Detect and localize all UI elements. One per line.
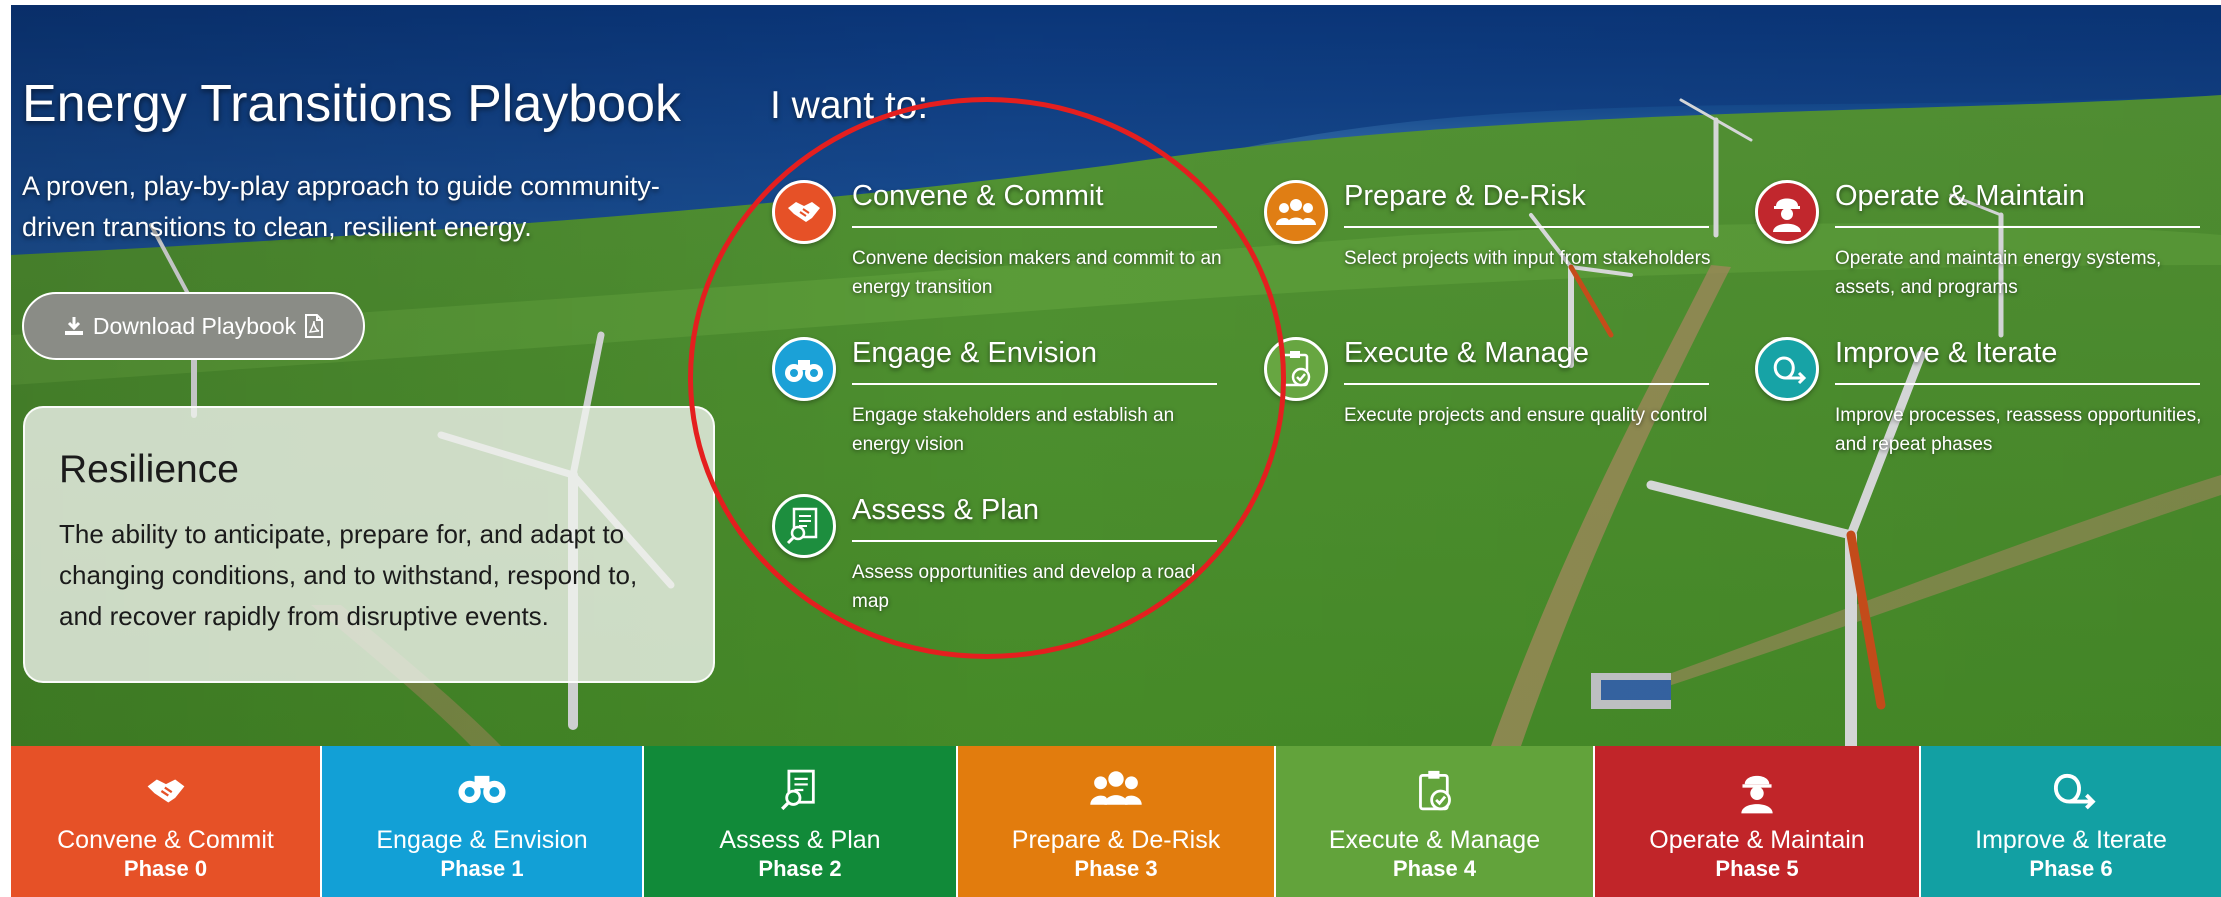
- definition-card: Resilience The ability to anticipate, pr…: [23, 406, 715, 683]
- people-group-icon: [1090, 771, 1142, 805]
- divider: [852, 226, 1217, 228]
- divider: [1835, 226, 2200, 228]
- loop-arrow-icon: [2053, 773, 2096, 810]
- phase-card-title: Convene & Commit: [852, 180, 1104, 212]
- divider: [1344, 226, 1709, 228]
- tab-phase-number: Phase 4: [1392, 856, 1477, 881]
- phase-card-description: Improve processes, reassess opportunitie…: [1835, 405, 2202, 455]
- page: Energy Transitions Playbook A proven, pl…: [0, 0, 2221, 897]
- hardhat-worker-icon: [1755, 180, 1819, 244]
- download-playbook-button[interactable]: Download Playbook: [22, 292, 365, 360]
- phase-card-title: Execute & Manage: [1344, 337, 1590, 369]
- phase-card-title: Improve & Iterate: [1835, 337, 2058, 369]
- pdf-icon: [305, 314, 324, 338]
- tab-label: Prepare & De-Risk: [1011, 826, 1221, 854]
- tab-label: Engage & Envision: [376, 826, 588, 854]
- phase-card-description: Assess opportunities and develop a road …: [852, 562, 1196, 612]
- download-playbook-label: Download Playbook: [92, 312, 297, 339]
- tab-phase-0[interactable]: Convene & Commit Phase 0: [11, 746, 322, 897]
- divider: [1344, 383, 1709, 385]
- divider: [852, 540, 1217, 542]
- page-tagline: A proven, play-by-play approach to guide…: [22, 171, 660, 242]
- divider: [1835, 383, 2200, 385]
- tab-phase-6[interactable]: Improve & Iterate Phase 6: [1921, 746, 2221, 897]
- phase-card-assess-plan[interactable]: Assess & Plan Assess opportunities and d…: [772, 494, 1222, 634]
- tab-phase-number: Phase 3: [1074, 856, 1158, 881]
- phase-card-operate-maintain[interactable]: Operate & Maintain Operate and maintain …: [1755, 180, 2205, 320]
- phase-card-description: Convene decision makers and commit to an…: [852, 248, 1222, 298]
- binoculars-icon: [772, 337, 836, 401]
- page-title: Energy Transitions Playbook: [22, 75, 682, 133]
- document-search-icon: [781, 769, 815, 811]
- tab-phase-number: Phase 5: [1715, 856, 1799, 881]
- phase-card-improve-iterate[interactable]: Improve & Iterate Improve processes, rea…: [1755, 337, 2205, 477]
- phase-card-convene-commit[interactable]: Convene & Commit Convene decision makers…: [772, 180, 1222, 320]
- loop-arrow-icon: [1755, 337, 1819, 401]
- tab-phase-number: Phase 2: [758, 856, 842, 881]
- phase-card-title: Prepare & De-Risk: [1344, 180, 1586, 212]
- tab-phase-5[interactable]: Operate & Maintain Phase 5: [1595, 746, 1921, 897]
- download-icon: [64, 317, 83, 335]
- phase-card-description: Operate and maintain energy systems, ass…: [1835, 248, 2162, 298]
- tab-phase-number: Phase 6: [2029, 856, 2113, 881]
- tab-label: Assess & Plan: [719, 826, 881, 854]
- tab-label: Operate & Maintain: [1649, 826, 1865, 854]
- tab-phase-3[interactable]: Prepare & De-Risk Phase 3: [958, 746, 1276, 897]
- phase-card-description: Engage stakeholders and establish an ene…: [852, 405, 1175, 455]
- tab-label: Convene & Commit: [57, 826, 274, 854]
- phase-card-description: Execute projects and ensure quality cont…: [1344, 405, 1708, 426]
- tab-label: Execute & Manage: [1328, 826, 1541, 854]
- tab-phase-1[interactable]: Engage & Envision Phase 1: [322, 746, 644, 897]
- handshake-icon: [772, 180, 836, 244]
- tab-phase-4[interactable]: Execute & Manage Phase 4: [1276, 746, 1595, 897]
- people-group-icon: [1264, 180, 1328, 244]
- clipboard-check-icon: [1418, 770, 1451, 811]
- clipboard-check-icon: [1264, 337, 1328, 401]
- handshake-icon: [147, 779, 184, 803]
- binoculars-icon: [458, 775, 506, 804]
- definition-term: Resilience: [59, 448, 239, 491]
- tab-phase-2[interactable]: Assess & Plan Phase 2: [644, 746, 958, 897]
- divider: [852, 383, 1217, 385]
- tab-phase-number: Phase 1: [440, 856, 524, 881]
- tab-label: Improve & Iterate: [1975, 826, 2167, 854]
- phase-navigation-bar: Convene & Commit Phase 0 Engage & Envisi…: [11, 746, 2221, 897]
- phase-card-prepare-derisk[interactable]: Prepare & De-Risk Select projects with i…: [1264, 180, 1714, 320]
- phase-card-title: Assess & Plan: [852, 494, 1039, 526]
- phase-card-description: Select projects with input from stakehol…: [1344, 248, 1711, 269]
- phase-card-title: Engage & Envision: [852, 337, 1098, 369]
- hardhat-worker-icon: [1741, 775, 1773, 814]
- tab-phase-number: Phase 0: [123, 856, 208, 881]
- phase-card-execute-manage[interactable]: Execute & Manage Execute projects and en…: [1264, 337, 1714, 477]
- definition-text: The ability to anticipate, prepare for, …: [59, 519, 638, 631]
- phase-card-title: Operate & Maintain: [1835, 180, 2085, 212]
- phase-card-engage-envision[interactable]: Engage & Envision Engage stakeholders an…: [772, 337, 1222, 477]
- chooser-heading: I want to:: [770, 84, 929, 127]
- document-search-icon: [772, 494, 836, 558]
